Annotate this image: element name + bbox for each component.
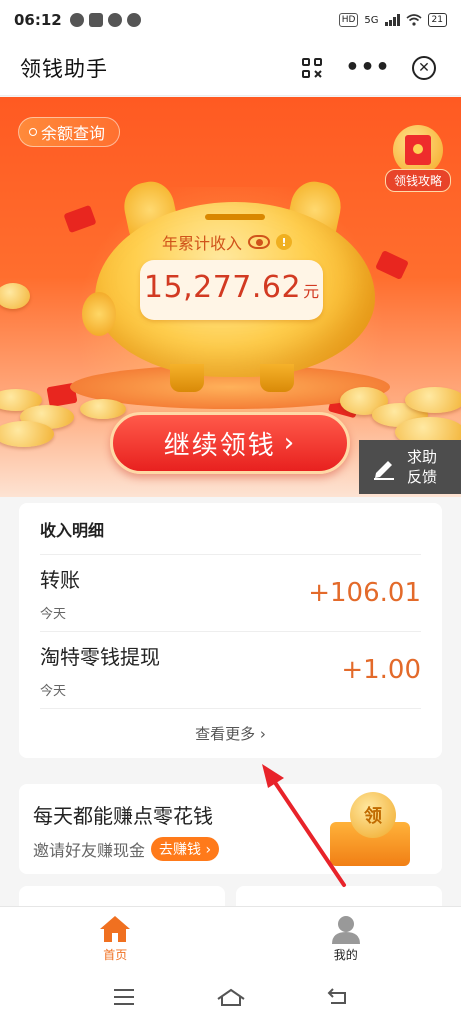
claim-coin-icon: 领	[350, 792, 396, 838]
income-details-title: 收入明细	[40, 503, 421, 555]
mini-program-title-bar: 领钱助手 ••• ✕	[0, 40, 461, 96]
hd-badge: HD	[338, 13, 359, 27]
go-earn-label: 去赚钱	[159, 842, 202, 858]
income-row[interactable]: 淘特零钱提现 今天 +1.00	[40, 632, 421, 709]
close-button[interactable]: ✕	[407, 51, 441, 85]
money-strategy-label: 领钱攻略	[385, 169, 451, 192]
tab-home[interactable]: 首页	[0, 907, 231, 970]
chat-icon	[126, 13, 141, 27]
income-date: 今天	[40, 607, 67, 622]
battery-icon: 21	[427, 13, 447, 27]
coin-decoration	[80, 399, 126, 419]
tab-label: 我的	[333, 948, 358, 962]
status-right: HD 5G 21	[338, 13, 447, 27]
scan-icon	[302, 57, 322, 78]
status-time: 06:12	[14, 11, 62, 29]
income-details-card: 收入明细 转账 今天 +106.01 淘特零钱提现 今天 +1.00 查看更多 …	[19, 503, 442, 758]
tab-profile[interactable]: 我的	[231, 907, 461, 970]
more-dots-icon: •••	[345, 54, 391, 80]
app-notification-icon	[88, 13, 103, 27]
view-more-link[interactable]: 查看更多 ›	[40, 709, 421, 744]
more-button[interactable]: •••	[345, 51, 389, 85]
back-icon	[327, 988, 346, 1004]
cloud-icon	[107, 13, 122, 27]
income-name: 淘特零钱提现	[40, 645, 160, 669]
help-label: 求助	[407, 448, 438, 466]
income-row[interactable]: 转账 今天 +106.01	[40, 555, 421, 632]
home-nav-button[interactable]	[211, 982, 251, 1012]
income-name: 转账	[40, 568, 80, 592]
next-card-peek	[19, 886, 225, 906]
info-icon[interactable]: !	[276, 234, 293, 250]
balance-query-label: 余额查询	[41, 124, 106, 143]
year-income-label-row: 年累计收入 !	[162, 230, 293, 254]
network-label: 5G	[364, 14, 379, 26]
continue-claim-button[interactable]: 继续领钱 ›	[110, 412, 350, 474]
signal-icon	[384, 14, 400, 26]
currency-unit: 元	[303, 282, 320, 301]
home-outline-icon	[216, 988, 245, 1006]
eye-icon[interactable]	[248, 235, 271, 249]
view-more-label: 查看更多	[195, 725, 256, 743]
piggy-bank: 年累计收入 ! 15,277.62 元	[82, 172, 380, 392]
pig-snout	[82, 292, 116, 336]
go-earn-button[interactable]: 去赚钱 ›	[151, 837, 220, 861]
coin-decoration	[0, 421, 54, 447]
pig-coin-slot	[205, 214, 265, 220]
money-strategy-button[interactable]: 领钱攻略	[385, 125, 451, 192]
wifi-icon	[406, 14, 422, 26]
red-envelope-icon	[393, 125, 443, 175]
earn-money-card[interactable]: 每天都能赚点零花钱 邀请好友赚现金 去赚钱 › 领	[19, 784, 442, 874]
title-capsule: ••• ✕	[295, 51, 441, 85]
coin-decoration	[405, 387, 461, 413]
income-amount: +106.01	[308, 578, 421, 608]
menu-nav-button[interactable]	[104, 982, 144, 1012]
search-ring-icon	[29, 128, 37, 136]
year-income-amount: 15,277.62	[143, 270, 302, 305]
year-income-label: 年累计收入	[162, 234, 243, 253]
income-date: 今天	[40, 684, 67, 699]
help-feedback-button[interactable]: 求助 反馈	[359, 440, 461, 494]
income-amount: +1.00	[341, 655, 421, 685]
invite-text: 邀请好友赚现金	[33, 841, 146, 860]
chevron-right-icon: ›	[283, 428, 297, 458]
gift-box-illustration: 领	[320, 792, 420, 868]
profile-icon	[331, 916, 360, 944]
year-income-amount-box: 15,277.62 元	[140, 260, 323, 320]
close-icon: ✕	[412, 55, 436, 80]
next-card-peek	[236, 886, 442, 906]
chevron-right-icon: ›	[205, 842, 212, 858]
system-nav-bar	[0, 970, 461, 1024]
chevron-right-icon: ›	[259, 725, 266, 743]
notification-icons	[69, 13, 141, 27]
page-title: 领钱助手	[20, 56, 108, 81]
home-icon	[100, 916, 131, 942]
continue-claim-label: 继续领钱	[163, 430, 276, 461]
tab-label: 首页	[103, 948, 128, 962]
feedback-label: 反馈	[407, 468, 438, 486]
balance-query-button[interactable]: 余额查询	[18, 117, 121, 147]
scan-button[interactable]	[295, 51, 329, 85]
back-nav-button[interactable]	[318, 982, 358, 1012]
coin-decoration	[0, 283, 30, 309]
bottom-tab-bar: 首页 我的	[0, 906, 461, 970]
menu-icon	[113, 989, 134, 1005]
notification-icon	[69, 13, 84, 27]
edit-icon	[374, 461, 394, 480]
pig-leg	[260, 364, 294, 392]
pig-leg	[170, 364, 204, 392]
status-bar: 06:12 HD 5G 21	[0, 0, 461, 40]
